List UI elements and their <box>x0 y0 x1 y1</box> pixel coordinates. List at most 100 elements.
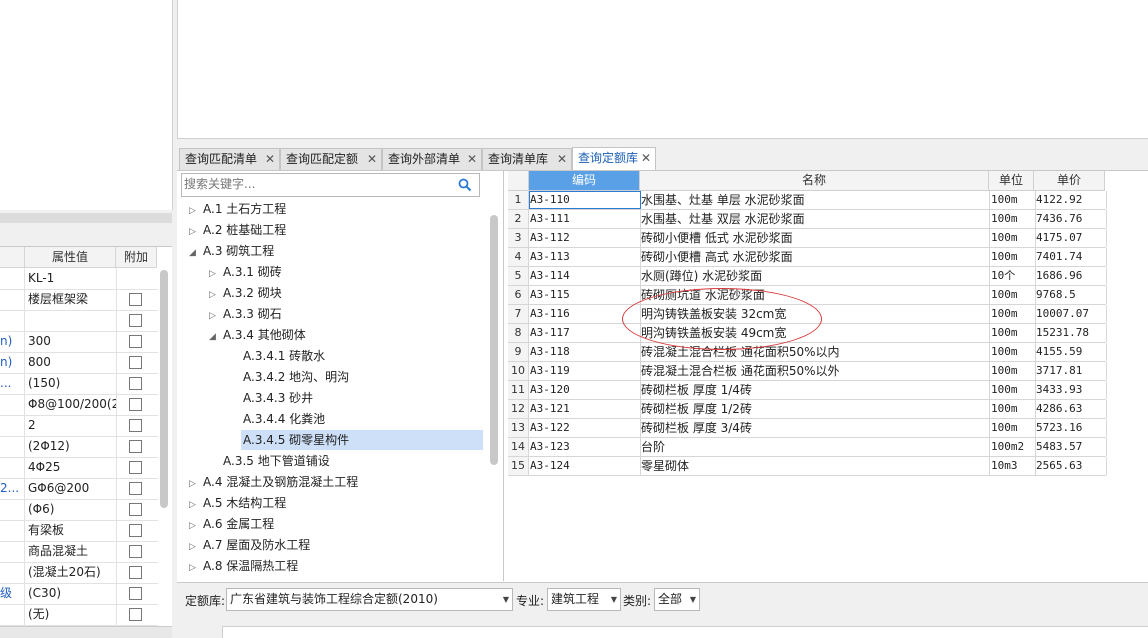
name-cell[interactable]: 砖混凝土混合栏板 通花面积50%以外 <box>640 362 990 380</box>
table-row[interactable]: 1 A3-110 水围基、灶基 单层 水泥砂浆面 100m 4122.92 <box>508 191 1107 210</box>
tree-item[interactable]: ▷ A.1 土石方工程 <box>189 199 290 219</box>
property-row[interactable]: n) 800 <box>0 352 158 374</box>
property-value[interactable]: (2Φ12) <box>28 436 117 457</box>
tab-3[interactable]: 查询外部清单 ✕ <box>382 148 482 170</box>
code-cell[interactable]: A3-110 <box>529 191 641 209</box>
price-cell[interactable]: 10007.07 <box>1034 305 1107 323</box>
property-value[interactable]: (无) <box>28 604 117 625</box>
property-row[interactable]: (Φ6) <box>0 499 158 521</box>
unit-cell[interactable]: 100m <box>989 286 1036 304</box>
name-cell[interactable]: 台阶 <box>640 438 990 456</box>
tree-item[interactable]: ◢ A.3.4 其他砌体 <box>209 325 310 345</box>
expand-arrow-icon[interactable]: ▷ <box>209 264 221 284</box>
unit-cell[interactable]: 10个 <box>989 267 1036 285</box>
expand-arrow-icon[interactable]: ▷ <box>189 495 201 515</box>
tree-item[interactable]: A.3.4.2 地沟、明沟 <box>229 367 353 387</box>
price-cell[interactable]: 5483.57 <box>1034 438 1107 456</box>
price-cell[interactable]: 9768.5 <box>1034 286 1107 304</box>
property-value[interactable]: 4Φ25 <box>28 457 117 478</box>
tree-item[interactable]: ▷ A.5 木结构工程 <box>189 493 290 513</box>
property-value[interactable]: GΦ6@200 <box>28 478 117 499</box>
expand-arrow-icon[interactable]: ▷ <box>189 222 201 242</box>
table-row[interactable]: 12 A3-121 砖砌栏板 厚度 1/2砖 100m 4286.63 <box>508 400 1107 419</box>
extra-checkbox[interactable] <box>129 335 142 348</box>
table-row[interactable]: 11 A3-120 砖砌栏板 厚度 1/4砖 100m 3433.93 <box>508 381 1107 400</box>
property-row[interactable]: Φ8@100/200(2 <box>0 394 158 416</box>
property-row[interactable]: (无) <box>0 604 158 626</box>
property-value[interactable]: KL-1 <box>28 268 117 289</box>
extra-checkbox[interactable] <box>129 398 142 411</box>
unit-cell[interactable]: 100m <box>989 229 1036 247</box>
tab-2[interactable]: 查询匹配定额 ✕ <box>280 148 382 170</box>
tree-item[interactable]: ▷ A.8 保温隔热工程 <box>189 556 302 576</box>
property-value[interactable]: (混凝土20石) <box>28 562 117 583</box>
tree-item[interactable]: A.3.4.3 砂井 <box>229 388 317 408</box>
expand-arrow-icon[interactable]: ▷ <box>209 285 221 305</box>
code-cell[interactable]: A3-120 <box>529 381 641 399</box>
property-row[interactable]: KL-1 <box>0 268 158 290</box>
extra-checkbox[interactable] <box>129 356 142 369</box>
unit-cell[interactable]: 10m3 <box>989 457 1036 475</box>
property-row[interactable]: 级 (C30) <box>0 583 158 605</box>
property-value[interactable]: 2 <box>28 415 117 436</box>
property-value[interactable]: 楼层框架梁 <box>28 289 117 310</box>
table-row[interactable]: 13 A3-122 砖砌栏板 厚度 3/4砖 100m 5723.16 <box>508 419 1107 438</box>
unit-cell[interactable]: 100m <box>989 381 1036 399</box>
table-row[interactable]: 4 A3-113 砖砌小便槽 高式 水泥砂浆面 100m 7401.74 <box>508 248 1107 267</box>
property-row[interactable]: 2... GΦ6@200 <box>0 478 158 500</box>
code-cell[interactable]: A3-122 <box>529 419 641 437</box>
price-cell[interactable]: 2565.63 <box>1034 457 1107 475</box>
price-cell[interactable]: 4175.07 <box>1034 229 1107 247</box>
table-row[interactable]: 14 A3-123 台阶 100m2 5483.57 <box>508 438 1107 457</box>
expand-arrow-icon[interactable]: ▷ <box>189 474 201 494</box>
grid-header-name[interactable]: 名称 <box>640 171 989 191</box>
property-value[interactable]: 有梁板 <box>28 520 117 541</box>
price-cell[interactable]: 15231.78 <box>1034 324 1107 342</box>
name-cell[interactable]: 水围基、灶基 双层 水泥砂浆面 <box>640 210 990 228</box>
tree-item[interactable]: A.3.4.1 砖散水 <box>229 346 329 366</box>
code-cell[interactable]: A3-115 <box>529 286 641 304</box>
code-cell[interactable]: A3-118 <box>529 343 641 361</box>
tree-item[interactable]: ▷ A.7 屋面及防水工程 <box>189 535 314 555</box>
extra-checkbox[interactable] <box>129 545 142 558</box>
extra-checkbox[interactable] <box>129 482 142 495</box>
property-value[interactable]: Φ8@100/200(2 <box>28 394 117 415</box>
price-cell[interactable]: 7436.76 <box>1034 210 1107 228</box>
unit-cell[interactable]: 100m <box>989 248 1036 266</box>
code-cell[interactable]: A3-124 <box>529 457 641 475</box>
property-row[interactable]: 4Φ25 <box>0 457 158 479</box>
price-cell[interactable]: 1686.96 <box>1034 267 1107 285</box>
tab-4[interactable]: 查询清单库 ✕ <box>482 148 572 170</box>
tree-item[interactable]: ▷ A.3.3 砌石 <box>209 304 286 324</box>
code-cell[interactable]: A3-119 <box>529 362 641 380</box>
expand-arrow-icon[interactable]: ▷ <box>189 558 201 578</box>
price-cell[interactable]: 4155.59 <box>1034 343 1107 361</box>
close-icon[interactable]: ✕ <box>367 149 377 170</box>
left-bottom-scrollbar[interactable] <box>0 626 172 638</box>
extra-checkbox[interactable] <box>129 440 142 453</box>
extra-checkbox[interactable] <box>129 377 142 390</box>
name-cell[interactable]: 砖砌小便槽 低式 水泥砂浆面 <box>640 229 990 247</box>
property-value[interactable]: 300 <box>28 331 117 352</box>
close-icon[interactable]: ✕ <box>557 149 567 170</box>
tab-1[interactable]: 查询匹配清单 ✕ <box>179 148 280 170</box>
left-horizontal-scrollbar[interactable] <box>0 213 172 223</box>
extra-checkbox[interactable] <box>129 566 142 579</box>
name-cell[interactable]: 水围基、灶基 单层 水泥砂浆面 <box>640 191 990 209</box>
grid-header-unit[interactable]: 单位 <box>989 171 1034 191</box>
name-cell[interactable]: 零星砌体 <box>640 457 990 475</box>
price-cell[interactable]: 4286.63 <box>1034 400 1107 418</box>
collapse-arrow-icon[interactable]: ◢ <box>209 327 221 347</box>
unit-cell[interactable]: 100m <box>989 324 1036 342</box>
code-cell[interactable]: A3-112 <box>529 229 641 247</box>
tree-item[interactable]: A.3.4.5 砌零星构件 <box>229 430 483 450</box>
table-row[interactable]: 15 A3-124 零星砌体 10m3 2565.63 <box>508 457 1107 476</box>
tree-item[interactable]: ◢ A.3 砌筑工程 <box>189 241 278 261</box>
tree-scrollbar[interactable] <box>490 215 498 465</box>
name-cell[interactable]: 水厕(蹲位) 水泥砂浆面 <box>640 267 990 285</box>
expand-arrow-icon[interactable]: ▷ <box>189 516 201 536</box>
code-cell[interactable]: A3-111 <box>529 210 641 228</box>
extra-checkbox[interactable] <box>129 524 142 537</box>
table-row[interactable]: 3 A3-112 砖砌小便槽 低式 水泥砂浆面 100m 4175.07 <box>508 229 1107 248</box>
extra-checkbox[interactable] <box>129 587 142 600</box>
